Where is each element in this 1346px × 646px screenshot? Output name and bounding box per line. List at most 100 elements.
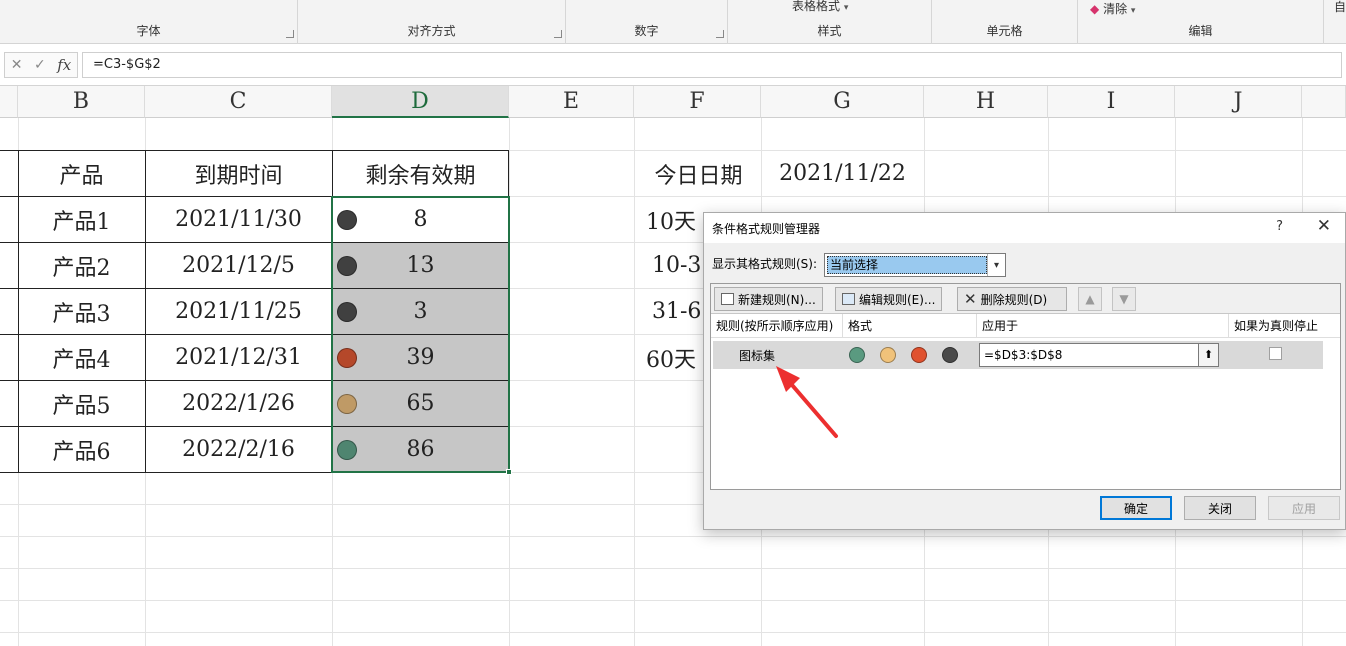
ribbon-group-label: 字体 <box>136 24 161 38</box>
delete-rule-button[interactable]: ✕ 删除规则(D) <box>957 287 1067 311</box>
edit-rule-button[interactable]: 编辑规则(E)... <box>835 287 943 311</box>
cell-remaining[interactable]: 8 <box>332 197 509 242</box>
rules-panel: 新建规则(N)... 编辑规则(E)... ✕ 删除规则(D) ▲ ▼ 规则(按… <box>710 283 1341 490</box>
close-icon[interactable]: ✕ <box>1317 216 1331 236</box>
cell-remaining[interactable]: 86 <box>332 427 509 472</box>
cell-remaining[interactable]: 39 <box>332 335 509 380</box>
dialog-launcher-icon[interactable] <box>716 30 724 38</box>
new-rule-icon <box>721 293 734 305</box>
formula-bar: ✕ ✓ fx =C3-$G$2 <box>0 44 1346 86</box>
column-header[interactable]: B <box>18 86 145 118</box>
delete-icon: ✕ <box>964 290 977 308</box>
dialog-launcher-icon[interactable] <box>286 30 294 38</box>
cell-due-date[interactable]: 2022/2/16 <box>145 427 332 472</box>
show-rules-label: 显示其格式规则(S): <box>712 257 818 271</box>
enter-icon[interactable]: ✓ <box>34 57 46 73</box>
cell-remaining[interactable]: 13 <box>332 243 509 288</box>
new-rule-button[interactable]: 新建规则(N)... <box>714 287 823 311</box>
ribbon-group-number: 数字 <box>566 0 728 44</box>
show-rules-value: 当前选择 <box>827 256 987 274</box>
formula-input[interactable]: =C3-$G$2 <box>82 52 1342 78</box>
cell-product[interactable]: 产品5 <box>18 381 145 426</box>
column-header[interactable]: E <box>509 86 634 118</box>
cell-product[interactable]: 产品6 <box>18 427 145 472</box>
cell-today-value[interactable]: 2021/11/22 <box>761 151 924 196</box>
cell-due-date[interactable]: 2021/11/25 <box>145 289 332 334</box>
rules-table-header: 规则(按所示顺序应用) 格式 应用于 如果为真则停止 <box>711 314 1340 338</box>
col-rule: 规则(按所示顺序应用) <box>711 314 843 338</box>
format-preview-circle-icon <box>911 347 927 363</box>
stop-if-true-checkbox[interactable] <box>1269 347 1282 360</box>
cell-product[interactable]: 产品2 <box>18 243 145 288</box>
cell-remaining[interactable]: 65 <box>332 381 509 426</box>
cell-range-label[interactable]: 60天 <box>646 335 696 380</box>
format-preview-circle-icon <box>849 347 865 363</box>
cell-due-date[interactable]: 2021/12/5 <box>145 243 332 288</box>
column-header[interactable]: F <box>634 86 761 118</box>
cancel-icon[interactable]: ✕ <box>11 57 23 73</box>
apply-button[interactable]: 应用 <box>1268 496 1340 520</box>
conditional-format-rules-manager-dialog: 条件格式规则管理器 ? ✕ 显示其格式规则(S): 当前选择 ▾ 新建规则(N)… <box>703 212 1346 530</box>
ribbon-group-label: 对齐方式 <box>407 24 456 38</box>
format-preview-circle-icon <box>942 347 958 363</box>
ribbon-group-styles: 表格格式 ▾ 样式 <box>728 0 932 44</box>
help-icon[interactable]: ? <box>1276 219 1283 234</box>
fill-handle[interactable] <box>506 469 512 475</box>
ok-button[interactable]: 确定 <box>1100 496 1172 520</box>
dialog-titlebar: 条件格式规则管理器 ? ✕ <box>704 213 1345 243</box>
move-up-button[interactable]: ▲ <box>1078 287 1102 311</box>
clear-button[interactable]: ◆ 清除 ▾ <box>1090 0 1135 17</box>
cell-product[interactable]: 产品3 <box>18 289 145 334</box>
rules-toolbar: 新建规则(N)... 编辑规则(E)... ✕ 删除规则(D) ▲ ▼ <box>711 284 1340 314</box>
cell-due-date[interactable]: 2022/1/26 <box>145 381 332 426</box>
cell-due-date[interactable]: 2021/12/31 <box>145 335 332 380</box>
dialog-launcher-icon[interactable] <box>554 30 562 38</box>
range-picker-icon[interactable]: ⬆ <box>1198 344 1218 366</box>
dialog-title: 条件格式规则管理器 <box>712 222 821 236</box>
applies-to-input[interactable]: =$D$3:$D$8 ⬆ <box>979 343 1219 367</box>
column-header-selected[interactable]: D <box>332 86 509 118</box>
eraser-icon: ◆ <box>1090 2 1100 16</box>
column-header-a[interactable] <box>0 86 18 118</box>
column-header-k[interactable] <box>1302 86 1346 118</box>
formula-bar-icons: ✕ ✓ fx <box>4 52 78 78</box>
ribbon-group-label: 单元格 <box>986 24 1023 38</box>
ribbon-group-cells: 单元格 <box>932 0 1078 44</box>
show-rules-select[interactable]: 当前选择 ▾ <box>824 253 1006 277</box>
header-remaining[interactable]: 剩余有效期 <box>332 151 509 196</box>
format-as-table-button[interactable]: 表格格式 ▾ <box>792 0 848 14</box>
close-button[interactable]: 关闭 <box>1184 496 1256 520</box>
rule-row[interactable]: 图标集 =$D$3:$D$8 ⬆ <box>713 341 1323 369</box>
rule-name: 图标集 <box>739 349 776 363</box>
col-format: 格式 <box>843 314 977 338</box>
column-header[interactable]: H <box>924 86 1048 118</box>
column-header[interactable]: I <box>1048 86 1175 118</box>
column-header[interactable]: G <box>761 86 924 118</box>
cell-range-label[interactable]: 10天 <box>646 197 696 242</box>
cell-due-date[interactable]: 2021/11/30 <box>145 197 332 242</box>
chevron-down-icon: ▾ <box>843 3 849 13</box>
insert-function-icon[interactable]: fx <box>57 56 71 74</box>
col-applies-to: 应用于 <box>977 314 1229 338</box>
col-stop-if-true: 如果为真则停止 <box>1234 319 1319 333</box>
cell-remaining[interactable]: 3 <box>332 289 509 334</box>
header-due-date[interactable]: 到期时间 <box>145 151 332 196</box>
chevron-down-icon: ▾ <box>1130 6 1136 16</box>
cell-range-label[interactable]: 31-6 <box>652 289 701 334</box>
ribbon: 字体 对齐方式 数字 表格格式 ▾ 样式 单元格 ◆ 清除 ▾ 编辑 自 <box>0 0 1346 44</box>
cell-product[interactable]: 产品4 <box>18 335 145 380</box>
move-down-button[interactable]: ▼ <box>1112 287 1136 311</box>
cell-range-label[interactable]: 10-3 <box>652 243 701 288</box>
ribbon-group-font: 字体 <box>0 0 298 44</box>
applies-to-value: =$D$3:$D$8 <box>984 348 1063 362</box>
format-preview-circle-icon <box>880 347 896 363</box>
cell-product[interactable]: 产品1 <box>18 197 145 242</box>
column-header[interactable]: J <box>1175 86 1302 118</box>
column-header[interactable]: C <box>145 86 332 118</box>
ribbon-group-label: 编辑 <box>1188 24 1213 38</box>
edit-rule-icon <box>842 293 855 305</box>
header-product[interactable]: 产品 <box>18 151 145 196</box>
ribbon-group-label: 数字 <box>634 24 659 38</box>
chevron-down-icon[interactable]: ▾ <box>987 254 1005 276</box>
cell-today-label[interactable]: 今日日期 <box>636 151 761 196</box>
